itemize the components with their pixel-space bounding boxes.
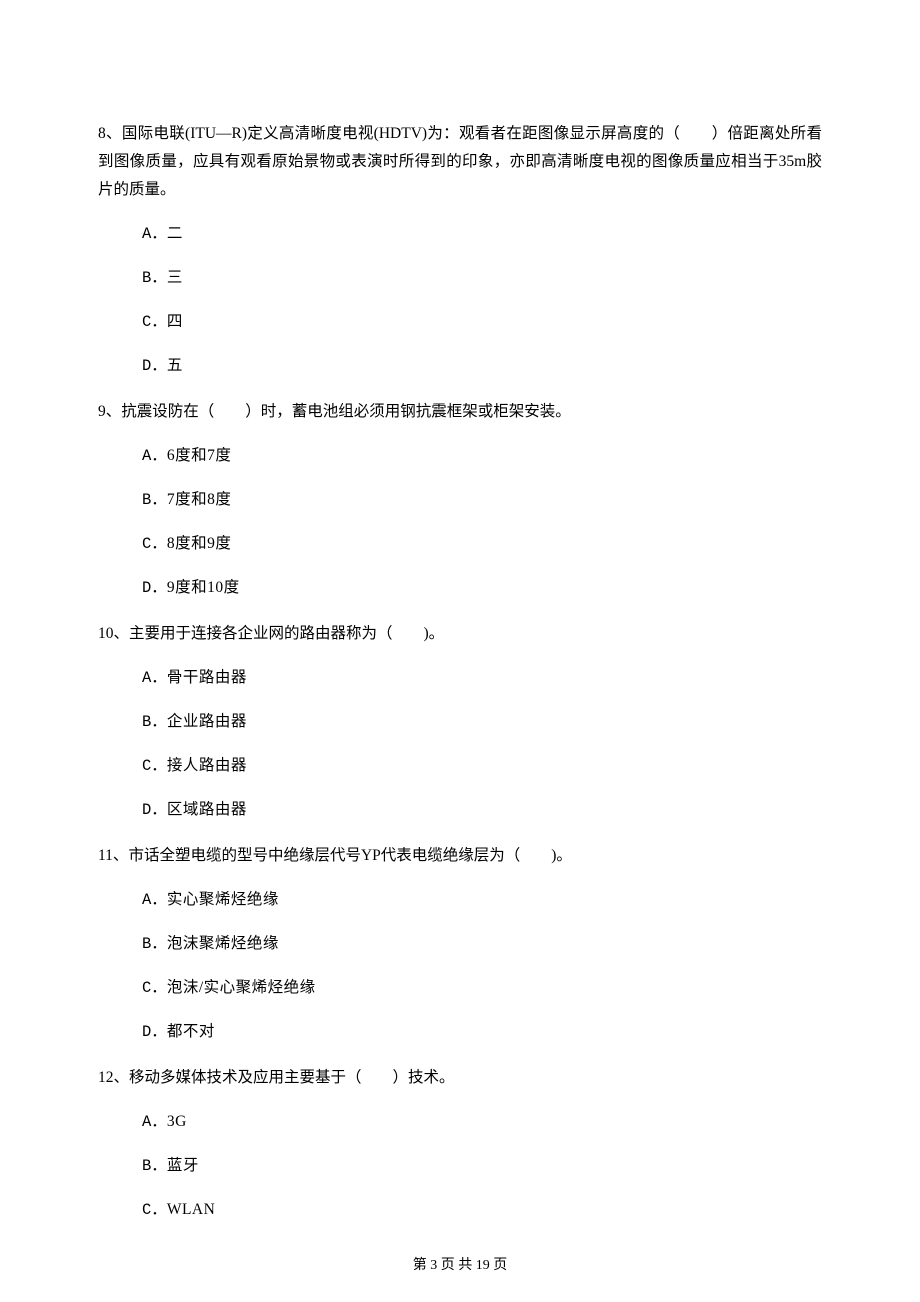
question-text: 12、移动多媒体技术及应用主要基于（ ）技术。 — [98, 1064, 822, 1092]
option-b: B．蓝牙 — [98, 1154, 822, 1178]
option-text: 接人路由器 — [167, 757, 247, 774]
option-b: B．三 — [98, 266, 822, 290]
option-d: D．区域路由器 — [98, 798, 822, 822]
question-number: 9、 — [98, 403, 121, 420]
option-text: 骨干路由器 — [167, 669, 247, 686]
option-label: D． — [142, 801, 167, 819]
option-b: B．泡沫聚烯烃绝缘 — [98, 932, 822, 956]
option-text: 二 — [167, 225, 183, 242]
question-body: 移动多媒体技术及应用主要基于（ ）技术。 — [129, 1069, 455, 1086]
page-number-text: 第 3 页 共 19 页 — [413, 1258, 508, 1273]
option-label: A． — [142, 891, 167, 909]
question-11: 11、市话全塑电缆的型号中绝缘层代号YP代表电缆绝缘层为（ )。 A．实心聚烯烃… — [98, 842, 822, 1044]
option-text: 9度和10度 — [167, 579, 240, 596]
question-body: 主要用于连接各企业网的路由器称为（ )。 — [129, 625, 444, 642]
question-body: 国际电联(ITU—R)定义高清晰度电视(HDTV)为：观看者在距图像显示屏高度的… — [98, 125, 822, 198]
question-number: 10、 — [98, 625, 129, 642]
option-label: A． — [142, 225, 167, 243]
option-c: C．WLAN — [98, 1198, 822, 1222]
option-a: A．二 — [98, 222, 822, 246]
question-body: 抗震设防在（ ）时，蓄电池组必须用钢抗震框架或柜架安装。 — [121, 403, 571, 420]
option-label: B． — [142, 713, 167, 731]
option-text: 3G — [167, 1113, 187, 1130]
option-text: 实心聚烯烃绝缘 — [167, 891, 279, 908]
question-12: 12、移动多媒体技术及应用主要基于（ ）技术。 A．3G B．蓝牙 C．WLAN — [98, 1064, 822, 1222]
question-text: 10、主要用于连接各企业网的路由器称为（ )。 — [98, 620, 822, 648]
option-label: C． — [142, 535, 167, 553]
question-body: 市话全塑电缆的型号中绝缘层代号YP代表电缆绝缘层为（ )。 — [128, 847, 571, 864]
option-label: D． — [142, 357, 167, 375]
option-text: 都不对 — [167, 1023, 215, 1040]
question-9: 9、抗震设防在（ ）时，蓄电池组必须用钢抗震框架或柜架安装。 A．6度和7度 B… — [98, 398, 822, 600]
question-number: 8、 — [98, 125, 122, 142]
option-a: A．3G — [98, 1110, 822, 1134]
option-label: C． — [142, 1201, 167, 1219]
option-a: A．实心聚烯烃绝缘 — [98, 888, 822, 912]
question-10: 10、主要用于连接各企业网的路由器称为（ )。 A．骨干路由器 B．企业路由器 … — [98, 620, 822, 822]
option-text: 泡沫/实心聚烯烃绝缘 — [167, 979, 316, 996]
option-b: B．企业路由器 — [98, 710, 822, 734]
option-a: A．骨干路由器 — [98, 666, 822, 690]
option-label: A． — [142, 669, 167, 687]
question-number: 12、 — [98, 1069, 129, 1086]
option-text: 五 — [167, 357, 183, 374]
option-c: C．接人路由器 — [98, 754, 822, 778]
question-8: 8、国际电联(ITU—R)定义高清晰度电视(HDTV)为：观看者在距图像显示屏高… — [98, 120, 822, 378]
option-text: 区域路由器 — [167, 801, 247, 818]
question-number: 11、 — [98, 847, 128, 864]
option-c: C．8度和9度 — [98, 532, 822, 556]
option-label: C． — [142, 313, 167, 331]
option-text: 7度和8度 — [167, 491, 232, 508]
option-text: 四 — [167, 313, 183, 330]
question-text: 11、市话全塑电缆的型号中绝缘层代号YP代表电缆绝缘层为（ )。 — [98, 842, 822, 870]
question-text: 9、抗震设防在（ ）时，蓄电池组必须用钢抗震框架或柜架安装。 — [98, 398, 822, 426]
option-label: D． — [142, 579, 167, 597]
option-text: 6度和7度 — [167, 447, 232, 464]
page-footer: 第 3 页 共 19 页 — [0, 1254, 920, 1274]
option-c: C．四 — [98, 310, 822, 334]
option-a: A．6度和7度 — [98, 444, 822, 468]
option-d: D．五 — [98, 354, 822, 378]
option-label: C． — [142, 979, 167, 997]
option-text: 泡沫聚烯烃绝缘 — [167, 935, 279, 952]
question-text: 8、国际电联(ITU—R)定义高清晰度电视(HDTV)为：观看者在距图像显示屏高… — [98, 120, 822, 204]
option-d: D．都不对 — [98, 1020, 822, 1044]
option-label: B． — [142, 1157, 167, 1175]
option-text: 8度和9度 — [167, 535, 232, 552]
option-c: C．泡沫/实心聚烯烃绝缘 — [98, 976, 822, 1000]
option-text: WLAN — [167, 1201, 216, 1218]
option-b: B．7度和8度 — [98, 488, 822, 512]
option-text: 企业路由器 — [167, 713, 247, 730]
option-label: B． — [142, 269, 167, 287]
option-label: A． — [142, 447, 167, 465]
option-label: B． — [142, 935, 167, 953]
option-d: D．9度和10度 — [98, 576, 822, 600]
option-label: B． — [142, 491, 167, 509]
option-label: A． — [142, 1113, 167, 1131]
option-text: 蓝牙 — [167, 1157, 199, 1174]
option-label: C． — [142, 757, 167, 775]
option-label: D． — [142, 1023, 167, 1041]
page-content: 8、国际电联(ITU—R)定义高清晰度电视(HDTV)为：观看者在距图像显示屏高… — [0, 0, 920, 1282]
option-text: 三 — [167, 269, 183, 286]
